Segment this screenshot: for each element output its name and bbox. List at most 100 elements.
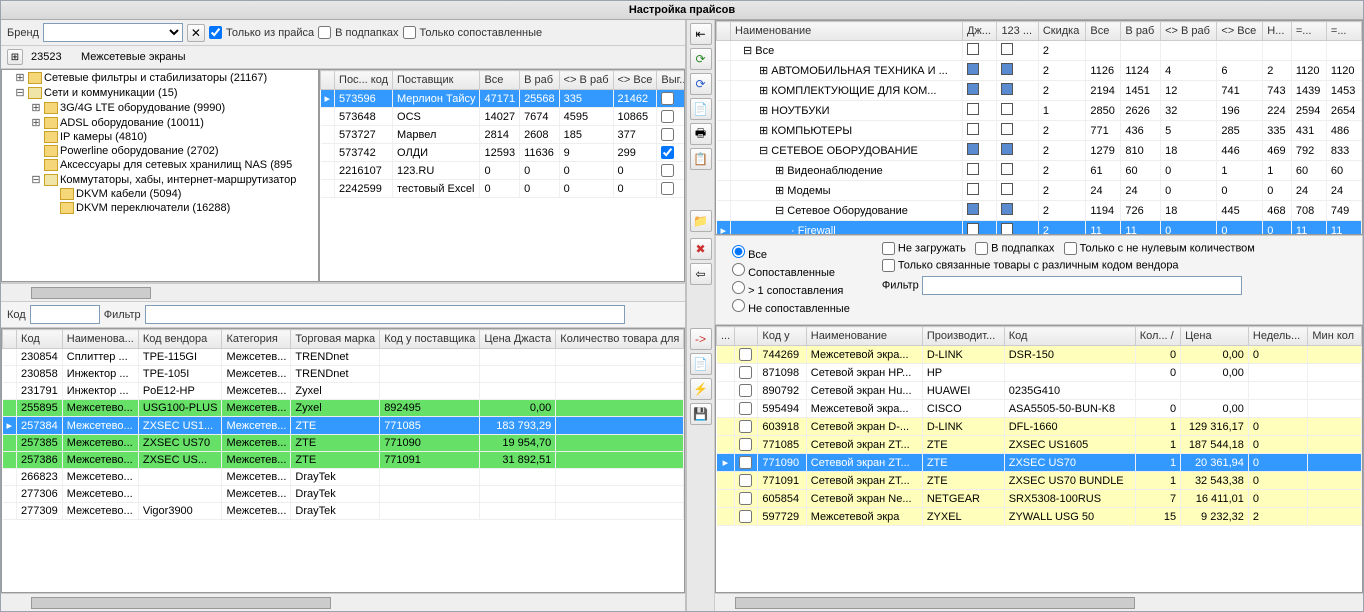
- tree-node[interactable]: ⊞ADSL оборудование (10011): [2, 115, 318, 130]
- table-row[interactable]: ⊞ Модемы224240002424: [717, 181, 1362, 201]
- only-price-checkbox[interactable]: [209, 26, 222, 39]
- row-checkbox[interactable]: [661, 164, 674, 177]
- col-header[interactable]: Скидка: [1038, 22, 1086, 41]
- col-header[interactable]: Количество товара для: [556, 330, 684, 349]
- map-right-icon[interactable]: ->: [690, 328, 712, 350]
- diffven-checkbox[interactable]: [882, 259, 895, 272]
- row-checkbox[interactable]: [739, 492, 752, 505]
- back-icon[interactable]: ⇦: [690, 263, 712, 285]
- filter-input[interactable]: [145, 305, 625, 324]
- tree-node[interactable]: Аксессуары для сетевых хранилищ NAS (895: [2, 158, 318, 172]
- subfolders-checkbox[interactable]: [318, 26, 331, 39]
- tree-node[interactable]: ⊟Сети и коммуникации (15): [2, 85, 318, 100]
- col-header[interactable]: =...: [1326, 22, 1361, 41]
- only-mapped-checkbox[interactable]: [403, 26, 416, 39]
- table-row[interactable]: 595494Межсетевой экра...CISCOASA5505-50-…: [717, 400, 1362, 418]
- delete-icon[interactable]: ✖: [690, 238, 712, 260]
- table-row[interactable]: ⊟ Сетевое Оборудование211947261844546870…: [717, 201, 1362, 221]
- col-header[interactable]: Наименование: [806, 327, 922, 346]
- brand-select[interactable]: [43, 23, 183, 42]
- table-row[interactable]: ⊟ СЕТЕВОЕ ОБОРУДОВАНИЕ212798101844646979…: [717, 141, 1362, 161]
- row-checkbox[interactable]: [739, 366, 752, 379]
- col-header[interactable]: Пос... код: [335, 71, 393, 90]
- row-checkbox[interactable]: [661, 182, 674, 195]
- table-row[interactable]: 277309Межсетево...Vigor3900Межсетев...Dr…: [3, 503, 684, 520]
- category-tree[interactable]: ⊞Сетевые фильтры и стабилизаторы (21167)…: [1, 69, 319, 282]
- col-header[interactable]: Производит...: [922, 327, 1004, 346]
- table-row[interactable]: 257386Межсетево...ZXSEC US...Межсетев...…: [3, 452, 684, 469]
- table-row[interactable]: ▸771090Сетевой экран ZT...ZTEZXSEC US701…: [717, 454, 1362, 472]
- table-row[interactable]: 597729Межсетевой экраZYXELZYWALL USG 501…: [717, 508, 1362, 526]
- nonzero-checkbox[interactable]: [1064, 242, 1077, 255]
- table-row[interactable]: ⊞ АВТОМОБИЛЬНАЯ ТЕХНИКА И ...21126112446…: [717, 61, 1362, 81]
- col-header[interactable]: Код: [1004, 327, 1135, 346]
- radio-multi[interactable]: [732, 281, 745, 294]
- table-row[interactable]: 573742ОЛДИ12593116369299: [321, 144, 686, 162]
- products-scrollbar[interactable]: [1, 593, 685, 611]
- col-header[interactable]: <> Все: [1217, 22, 1263, 41]
- sub2-checkbox[interactable]: [975, 242, 988, 255]
- table-row[interactable]: 771091Сетевой экран ZT...ZTEZXSEC US70 B…: [717, 472, 1362, 490]
- row-checkbox[interactable]: [739, 420, 752, 433]
- tree-node[interactable]: ⊞Сетевые фильтры и стабилизаторы (21167): [2, 70, 318, 85]
- table-row[interactable]: 231791Инжектор ...PoE12-HPМежсетев...Zyx…: [3, 383, 684, 400]
- noload-checkbox[interactable]: [882, 242, 895, 255]
- col-header[interactable]: Цена Джаста: [480, 330, 556, 349]
- table-row[interactable]: 230854Сплиттер ...TPE-115GIМежсетев...TR…: [3, 349, 684, 366]
- col-header[interactable]: Категория: [222, 330, 291, 349]
- right-products-scrollbar[interactable]: [715, 593, 1363, 611]
- col-header[interactable]: <> В раб: [559, 71, 613, 90]
- col-header[interactable]: Поставщик: [393, 71, 480, 90]
- col-header[interactable]: =...: [1291, 22, 1326, 41]
- table-row[interactable]: 2242599тестовый Excel0000: [321, 180, 686, 198]
- right-products-grid[interactable]: ... Код уНаименованиеПроизводит...КодКол.…: [715, 325, 1363, 593]
- row-checkbox[interactable]: [739, 438, 752, 451]
- col-header[interactable]: Мин кол: [1308, 327, 1362, 346]
- row-checkbox[interactable]: [661, 110, 674, 123]
- row-checkbox[interactable]: [661, 146, 674, 159]
- col-header[interactable]: Код у поставщика: [380, 330, 480, 349]
- tree-node[interactable]: DKVM переключатели (16288): [2, 201, 318, 215]
- radio-mapped[interactable]: [732, 263, 745, 276]
- col-header[interactable]: Недель...: [1248, 327, 1308, 346]
- tree-node[interactable]: Powerline оборудование (2702): [2, 144, 318, 158]
- table-row[interactable]: 890792Сетевой экран Hu...HUAWEI0235G410: [717, 382, 1362, 400]
- row-checkbox[interactable]: [739, 456, 752, 469]
- col-header[interactable]: Код вендора: [138, 330, 222, 349]
- copy-icon[interactable]: 📋: [690, 148, 712, 170]
- col-header[interactable]: Наименова...: [62, 330, 138, 349]
- col-header[interactable]: Н...: [1263, 22, 1292, 41]
- row-checkbox[interactable]: [739, 402, 752, 415]
- table-row[interactable]: 257385Межсетево...ZXSEC US70Межсетев...Z…: [3, 435, 684, 452]
- brand-clear-button[interactable]: ✕: [187, 24, 205, 42]
- col-header[interactable]: Код у: [758, 327, 806, 346]
- table-row[interactable]: ⊞ НОУТБУКИ1285026263219622425942654: [717, 101, 1362, 121]
- print-icon[interactable]: 🖶: [690, 123, 712, 145]
- page-icon[interactable]: 📄: [690, 98, 712, 120]
- lightning-icon[interactable]: ⚡: [690, 378, 712, 400]
- table-row[interactable]: ▸· Firewall211110001111: [717, 221, 1362, 236]
- right-filter-input[interactable]: [922, 276, 1242, 295]
- tree-node[interactable]: IP камеры (4810): [2, 130, 318, 144]
- col-header[interactable]: Дж...: [962, 22, 996, 41]
- col-header[interactable]: <> Все: [613, 71, 657, 90]
- refresh-green-icon[interactable]: ⟳: [690, 48, 712, 70]
- table-row[interactable]: ⊞ Видеонаблюдение261600116060: [717, 161, 1362, 181]
- col-header[interactable]: ...: [717, 327, 735, 346]
- row-checkbox[interactable]: [739, 384, 752, 397]
- table-row[interactable]: 603918Сетевой экран D-...D-LINKDFL-16601…: [717, 418, 1362, 436]
- table-row[interactable]: 230858Инжектор ...TPE-105IМежсетев...TRE…: [3, 366, 684, 383]
- row-checkbox[interactable]: [739, 510, 752, 523]
- table-row[interactable]: ⊟ Все2: [717, 41, 1362, 61]
- col-header[interactable]: Все: [1086, 22, 1121, 41]
- refresh-blue-icon[interactable]: ⟳: [690, 73, 712, 95]
- folder-icon[interactable]: 📁: [690, 210, 712, 232]
- col-header[interactable]: <> В раб: [1161, 22, 1217, 41]
- table-row[interactable]: 277306Межсетево...Межсетев...DrayTek: [3, 486, 684, 503]
- table-row[interactable]: 573648OCS140277674459510865: [321, 108, 686, 126]
- table-row[interactable]: 771085Сетевой экран ZT...ZTEZXSEC US1605…: [717, 436, 1362, 454]
- table-row[interactable]: 2216107123.RU0000: [321, 162, 686, 180]
- col-header[interactable]: Кол... /: [1135, 327, 1180, 346]
- col-header[interactable]: [735, 327, 758, 346]
- col-header[interactable]: [3, 330, 17, 349]
